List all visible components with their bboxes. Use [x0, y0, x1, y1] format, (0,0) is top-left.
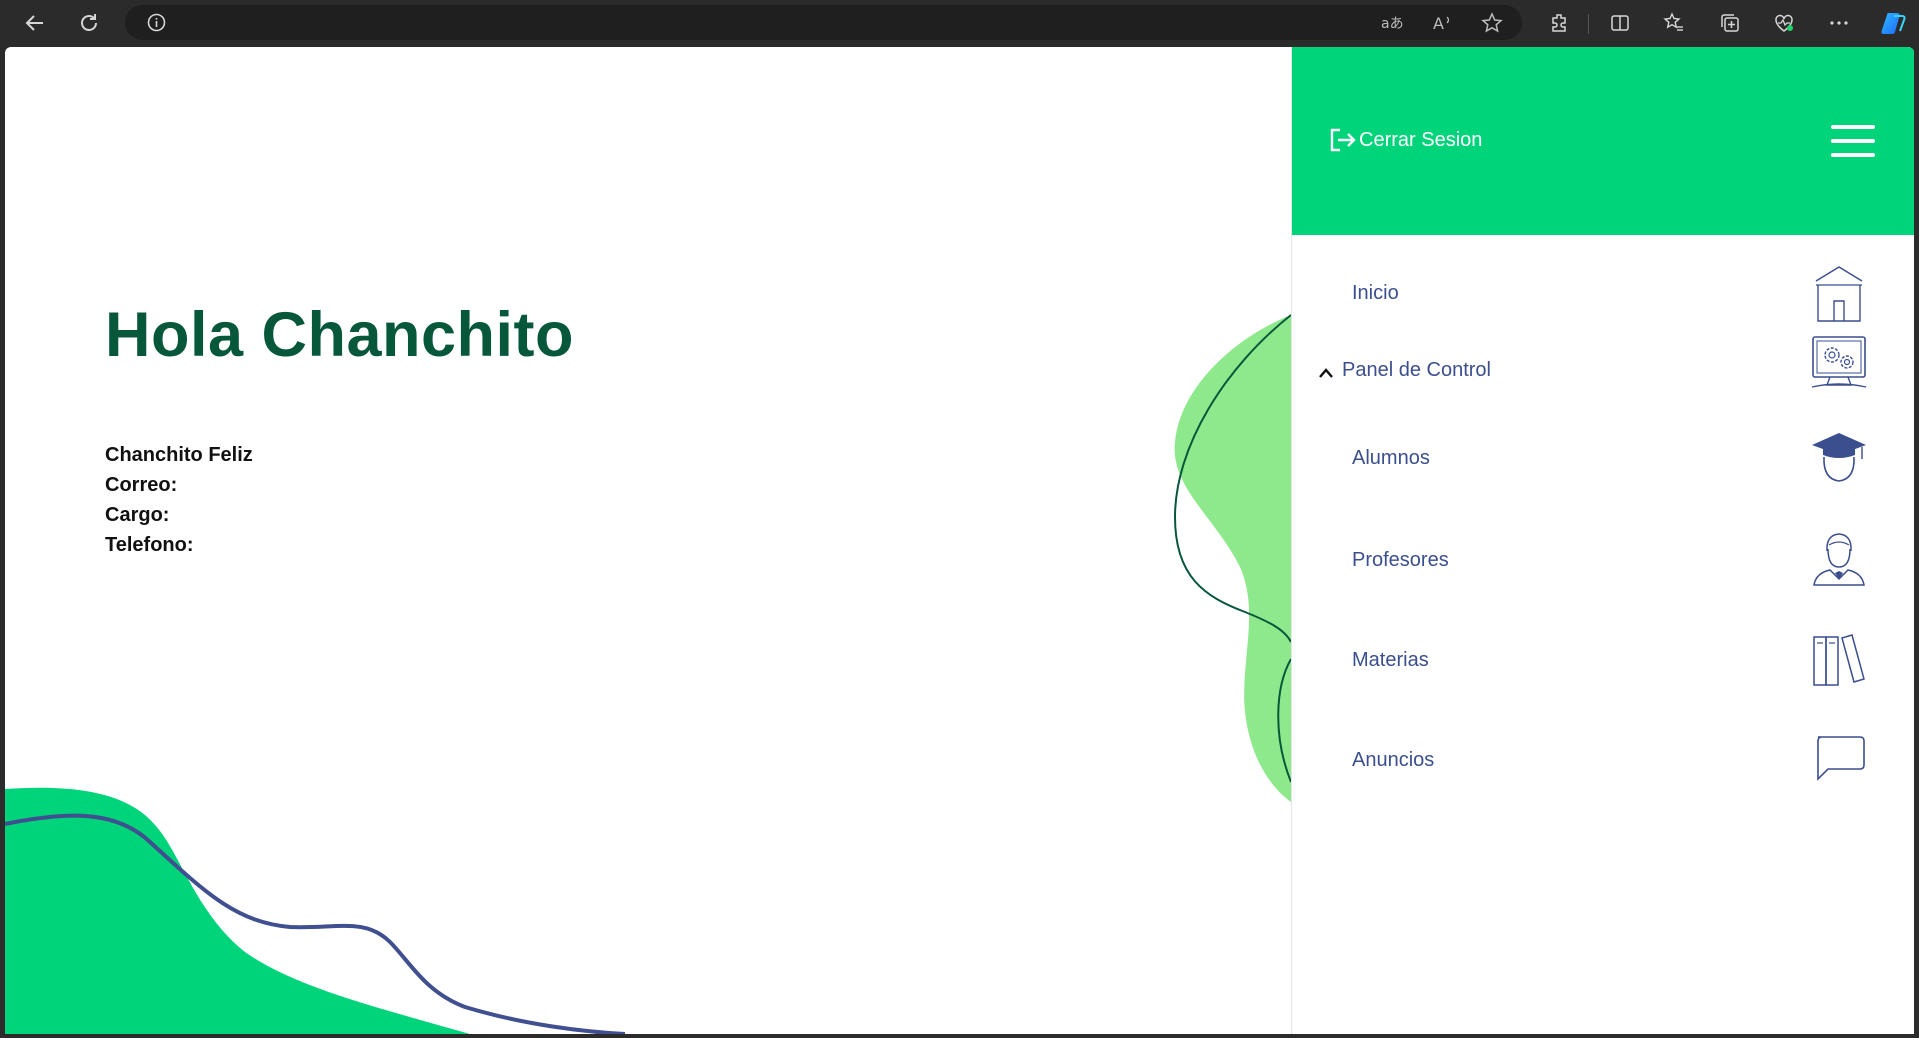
menu-item-inicio[interactable]: Inicio: [1292, 259, 1914, 329]
hamburger-line: [1831, 125, 1875, 129]
site-info-icon[interactable]: [147, 13, 166, 32]
extensions-icon[interactable]: [1547, 10, 1573, 36]
logout-icon: [1330, 128, 1356, 152]
collections-icon[interactable]: [1717, 10, 1743, 36]
books-icon: [1813, 634, 1865, 686]
address-bar[interactable]: aあ A: [125, 5, 1522, 40]
menu-item-panel-de-control[interactable]: Panel de Control: [1292, 336, 1914, 417]
split-screen-icon[interactable]: [1607, 10, 1633, 36]
menu-item-materias[interactable]: Materias: [1292, 634, 1914, 705]
home-icon: [1815, 266, 1863, 322]
logout-button[interactable]: Cerrar Sesion: [1329, 127, 1482, 153]
menu-item-label: Panel de Control: [1342, 359, 1491, 381]
hamburger-line: [1831, 153, 1875, 157]
chevron-up-icon[interactable]: [1318, 367, 1334, 379]
profile-info: Chanchito Feliz Correo: Cargo: Telefono:: [105, 440, 253, 560]
copilot-icon[interactable]: [1880, 10, 1906, 36]
profile-role-label: Cargo:: [105, 504, 170, 526]
more-icon[interactable]: [1826, 10, 1852, 36]
menu-item-label: Profesores: [1352, 549, 1449, 571]
hamburger-line: [1831, 139, 1875, 143]
teacher-icon: [1813, 533, 1865, 586]
read-aloud-icon[interactable]: A: [1430, 10, 1456, 36]
svg-text:A: A: [1433, 14, 1444, 33]
back-icon[interactable]: [20, 8, 50, 38]
menu-item-label: Alumnos: [1352, 447, 1430, 469]
menu-item-alumnos[interactable]: Alumnos: [1292, 433, 1914, 505]
svg-text:aあ: aあ: [1381, 16, 1404, 32]
favorite-star-icon[interactable]: [1479, 10, 1505, 36]
logout-label: Cerrar Sesion: [1359, 128, 1483, 151]
refresh-icon[interactable]: [74, 8, 104, 38]
menu-item-anuncios[interactable]: Anuncios: [1292, 735, 1914, 805]
browser-essentials-icon[interactable]: [1771, 10, 1797, 36]
student-icon: [1812, 433, 1866, 482]
chat-bubble-icon: [1817, 736, 1865, 781]
menu-item-label: Inicio: [1352, 282, 1399, 304]
menu-item-label: Anuncios: [1352, 749, 1435, 771]
favorites-icon[interactable]: [1661, 10, 1687, 36]
translate-icon[interactable]: aあ: [1379, 10, 1405, 36]
right-light-green-blob: [1174, 315, 1291, 802]
browser-toolbar: aあ A: [0, 0, 1919, 46]
side-menu: Cerrar Sesion Inicio Panel de Control Al…: [1291, 47, 1914, 1034]
menu-item-label: Materias: [1352, 649, 1429, 671]
page-title: Hola Chanchito: [105, 300, 575, 370]
menu-toggle-button[interactable]: [1831, 125, 1875, 157]
menu-item-profesores[interactable]: Profesores: [1292, 533, 1914, 605]
profile-name: Chanchito Feliz: [105, 444, 253, 466]
page-viewport: Hola Chanchito Chanchito Feliz Correo: C…: [5, 47, 1914, 1034]
toolbar-divider: [1588, 14, 1589, 34]
control-panel-icon: [1811, 336, 1867, 388]
profile-email-label: Correo:: [105, 474, 178, 496]
menu-header: Cerrar Sesion: [1292, 47, 1914, 235]
profile-phone-label: Telefono:: [105, 534, 194, 556]
